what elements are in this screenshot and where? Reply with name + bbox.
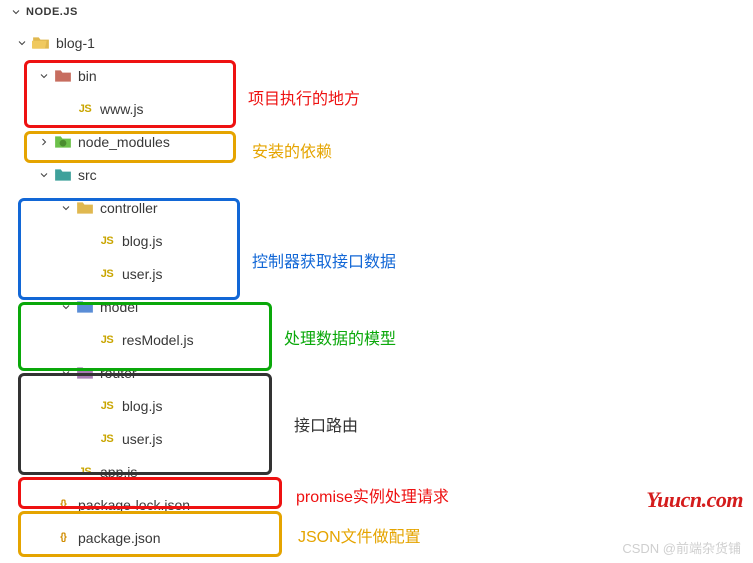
folder-bin-icon: [54, 67, 72, 85]
spacer: [80, 233, 96, 249]
folder-controller-icon: [76, 199, 94, 217]
spacer: [80, 266, 96, 282]
file-controller-blog-js[interactable]: JS blog.js: [0, 224, 753, 257]
file-label: resModel.js: [122, 332, 194, 348]
folder-label: node_modules: [78, 134, 170, 150]
folder-label: bin: [78, 68, 97, 84]
chevron-down-icon: [14, 35, 30, 51]
file-label: user.js: [122, 266, 162, 282]
folder-bin[interactable]: bin: [0, 59, 753, 92]
chevron-right-icon: [36, 134, 52, 150]
file-label: package.json: [78, 530, 161, 546]
folder-label: controller: [100, 200, 158, 216]
json-file-icon: {}: [54, 496, 72, 514]
folder-label: blog-1: [56, 35, 95, 51]
chevron-down-icon: [36, 167, 52, 183]
folder-node-icon: [54, 133, 72, 151]
folder-label: src: [78, 167, 97, 183]
js-file-icon: JS: [98, 331, 116, 349]
spacer: [80, 398, 96, 414]
chevron-down-icon: [36, 68, 52, 84]
file-label: www.js: [100, 101, 144, 117]
spacer: [58, 101, 74, 117]
folder-label: model: [100, 299, 138, 315]
folder-node-modules[interactable]: node_modules: [0, 125, 753, 158]
folder-src[interactable]: src: [0, 158, 753, 191]
file-label: user.js: [122, 431, 162, 447]
folder-router-icon: [76, 364, 94, 382]
chevron-down-icon: [8, 4, 24, 20]
file-app-js[interactable]: JS app.js: [0, 455, 753, 488]
file-tree: blog-1 bin JS www.js node_modules src: [0, 24, 753, 560]
chevron-down-icon: [58, 365, 74, 381]
folder-router[interactable]: router: [0, 356, 753, 389]
js-file-icon: JS: [76, 463, 94, 481]
file-label: package-lock.json: [78, 497, 190, 513]
file-label: blog.js: [122, 398, 162, 414]
explorer-panel-header[interactable]: NODE.JS: [0, 0, 753, 24]
folder-root[interactable]: blog-1: [0, 26, 753, 59]
js-file-icon: JS: [98, 265, 116, 283]
chevron-down-icon: [58, 200, 74, 216]
folder-model-icon: [76, 298, 94, 316]
spacer: [36, 530, 52, 546]
watermark-yuucn: Yuucn.com: [646, 487, 743, 513]
file-resmodel-js[interactable]: JS resModel.js: [0, 323, 753, 356]
spacer: [36, 497, 52, 513]
spacer: [80, 332, 96, 348]
js-file-icon: JS: [98, 232, 116, 250]
file-www-js[interactable]: JS www.js: [0, 92, 753, 125]
file-router-user-js[interactable]: JS user.js: [0, 422, 753, 455]
js-file-icon: JS: [76, 100, 94, 118]
spacer: [58, 464, 74, 480]
panel-title: NODE.JS: [26, 6, 78, 18]
watermark-csdn: CSDN @前端杂货铺: [622, 538, 741, 557]
spacer: [80, 431, 96, 447]
js-file-icon: JS: [98, 397, 116, 415]
file-package-lock-json[interactable]: {} package-lock.json: [0, 488, 753, 521]
file-label: blog.js: [122, 233, 162, 249]
chevron-down-icon: [58, 299, 74, 315]
folder-open-icon: [32, 34, 50, 52]
file-controller-user-js[interactable]: JS user.js: [0, 257, 753, 290]
folder-label: router: [100, 365, 137, 381]
file-label: app.js: [100, 464, 137, 480]
folder-src-icon: [54, 166, 72, 184]
js-file-icon: JS: [98, 430, 116, 448]
json-file-icon: {}: [54, 529, 72, 547]
folder-controller[interactable]: controller: [0, 191, 753, 224]
folder-model[interactable]: model: [0, 290, 753, 323]
file-router-blog-js[interactable]: JS blog.js: [0, 389, 753, 422]
